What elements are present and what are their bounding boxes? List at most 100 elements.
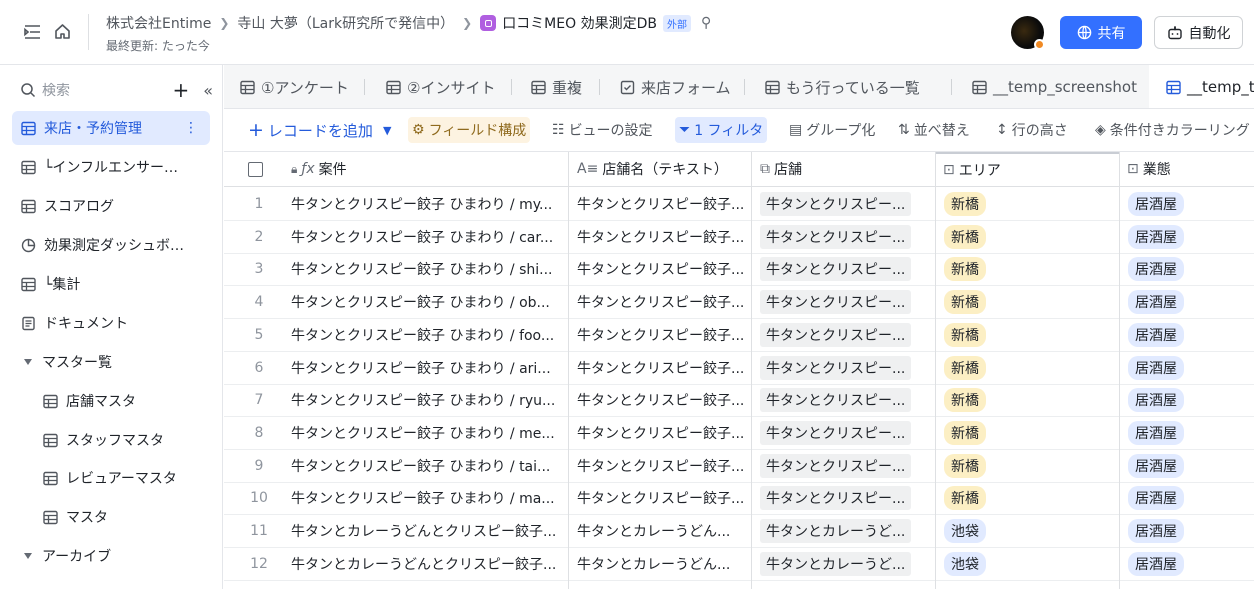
tab-survey[interactable]: ①アンケート <box>240 65 349 108</box>
store-name-text-cell[interactable]: 牛タンとカレーうどん... <box>569 515 749 547</box>
group-button[interactable]: ▤ グループ化 <box>785 117 879 143</box>
table-row[interactable]: 2 牛タンとクリスピー餃子 ひまわり / car... 牛タンとクリスピー餃子...… <box>224 221 1254 254</box>
table-row[interactable]: 1 牛タンとクリスピー餃子 ひまわり / my... 牛タンとクリスピー餃子... 牛… <box>224 188 1254 221</box>
collapse-icon[interactable]: ‹‹ <box>203 81 213 100</box>
case-cell[interactable]: 牛タンとクリスピー餃子 ひまわり / ma... <box>283 482 568 514</box>
breadcrumb-owner[interactable]: 寺山 大夢（Lark研究所で発信中） <box>237 13 454 33</box>
table-row[interactable]: 10 牛タンとクリスピー餃子 ひまわり / ma... 牛タンとクリスピー餃子...… <box>224 482 1254 515</box>
field-config-button[interactable]: ⚙ フィールド構成 <box>408 117 531 143</box>
case-cell[interactable]: 牛タンとクリスピー餃子 ひまわり / me... <box>283 417 568 449</box>
sidebar-item-influencer[interactable]: └インフルエンサー… <box>12 150 210 184</box>
collapse-sidebar-icon[interactable] <box>24 24 41 44</box>
case-cell[interactable]: 牛タンとクリスピー餃子 ひまわり / shi... <box>283 253 568 285</box>
store-name-text-cell[interactable]: 牛タンとクリスピー餃子... <box>569 319 749 351</box>
table-row[interactable]: 7 牛タンとクリスピー餃子 ひまわり / ryu... 牛タンとクリスピー餃子...… <box>224 384 1254 417</box>
column-header-area[interactable]: ⊡ エリア <box>935 152 1119 186</box>
business-type-cell[interactable]: 居酒屋 <box>1120 253 1254 285</box>
column-header-store-name-text[interactable]: A≡ 店舗名（テキスト） <box>569 152 752 186</box>
area-cell[interactable]: 新橋 <box>936 450 1116 482</box>
store-cell[interactable]: 牛タンとクリスピー... <box>752 253 932 285</box>
select-all-checkbox[interactable] <box>248 152 278 186</box>
store-cell[interactable]: 牛タンとクリスピー... <box>752 417 932 449</box>
breadcrumb-workspace[interactable]: 株式会社Entime <box>106 13 211 33</box>
table-row[interactable]: 9 牛タンとクリスピー餃子 ひまわり / tai... 牛タンとクリスピー餃子...… <box>224 450 1254 483</box>
table-row[interactable]: 3 牛タンとクリスピー餃子 ひまわり / shi... 牛タンとクリスピー餃子...… <box>224 253 1254 286</box>
column-header-store[interactable]: ⧉ 店舗 <box>752 152 935 186</box>
store-name-text-cell[interactable]: 牛タンとクリスピー餃子... <box>569 417 749 449</box>
breadcrumb-current[interactable]: 口コミMEO 効果測定DB 外部 ⚲ <box>480 13 711 33</box>
case-cell[interactable]: 牛タンとクリスピー餃子 ひまわり / my... <box>283 188 568 220</box>
area-cell[interactable]: 新橋 <box>936 482 1116 514</box>
business-type-cell[interactable]: 居酒屋 <box>1120 352 1254 384</box>
sidebar-item-dashboard[interactable]: 効果測定ダッシュボ… <box>12 228 210 262</box>
pin-icon[interactable]: ⚲ <box>701 15 711 31</box>
store-cell[interactable]: 牛タンとクリスピー... <box>752 450 932 482</box>
table-row[interactable]: 4 牛タンとクリスピー餃子 ひまわり / ob... 牛タンとクリスピー餃子... 牛… <box>224 286 1254 319</box>
table-row[interactable]: 12 牛タンとカレーうどんとクリスピー餃子... 牛タンとカレーうどん... 牛タンと… <box>224 548 1254 581</box>
table-row[interactable]: 6 牛タンとクリスピー餃子 ひまわり / ari... 牛タンとクリスピー餃子...… <box>224 352 1254 385</box>
add-icon[interactable]: + <box>172 80 189 100</box>
business-type-cell[interactable]: 居酒屋 <box>1120 188 1254 220</box>
store-name-text-cell[interactable]: 牛タンとクリスピー餃子... <box>569 253 749 285</box>
business-type-cell[interactable]: 居酒屋 <box>1120 384 1254 416</box>
tab-temp-te[interactable]: __temp_te <box>1149 65 1254 108</box>
table-row[interactable]: 5 牛タンとクリスピー餃子 ひまわり / foo... 牛タンとクリスピー餃子...… <box>224 319 1254 352</box>
column-header-case[interactable]: 🔒︎ ƒx 案件 <box>283 152 569 186</box>
store-cell[interactable]: 牛タンとクリスピー... <box>752 482 932 514</box>
store-name-text-cell[interactable]: 牛タンとクリスピー餃子... <box>569 286 749 318</box>
store-cell[interactable]: 牛タンとクリスピー... <box>752 384 932 416</box>
store-cell[interactable]: 牛タンとクリスピー... <box>752 352 932 384</box>
sidebar-item-summary[interactable]: └集計 <box>12 267 210 301</box>
sidebar-folder-archive[interactable]: アーカイブ <box>12 539 210 573</box>
view-settings-button[interactable]: ☷ ビューの設定 <box>548 117 657 143</box>
home-icon[interactable] <box>54 23 71 44</box>
case-cell[interactable]: 牛タンとクリスピー餃子 ひまわり / foo... <box>283 319 568 351</box>
store-name-text-cell[interactable]: 牛タンとクリスピー餃子... <box>569 384 749 416</box>
sidebar-folder-master[interactable]: マスター覧 <box>12 345 210 379</box>
sidebar-item-reviewer-master[interactable]: レビュアーマスタ <box>12 461 210 495</box>
tab-already-visited[interactable]: もう行っている一覧 <box>765 65 920 108</box>
store-name-text-cell[interactable]: 牛タンとクリスピー餃子... <box>569 221 749 253</box>
area-cell[interactable]: 池袋 <box>936 515 1116 547</box>
area-cell[interactable]: 新橋 <box>936 417 1116 449</box>
business-type-cell[interactable]: 居酒屋 <box>1120 319 1254 351</box>
case-cell[interactable]: 牛タンとクリスピー餃子 ひまわり / ari... <box>283 352 568 384</box>
sort-button[interactable]: ⇅ 並べ替え <box>894 117 974 143</box>
area-cell[interactable]: 新橋 <box>936 384 1116 416</box>
area-cell[interactable]: 新橋 <box>936 188 1116 220</box>
add-record-button[interactable]: + レコードを追加 ▼ <box>244 117 395 143</box>
business-type-cell[interactable]: 居酒屋 <box>1120 450 1254 482</box>
case-cell[interactable]: 牛タンとクリスピー餃子 ひまわり / tai... <box>283 450 568 482</box>
store-cell[interactable]: 牛タンとカレーうど... <box>752 515 932 547</box>
sidebar-item-staff-master[interactable]: スタッフマスタ <box>12 423 210 457</box>
business-type-cell[interactable]: 居酒屋 <box>1120 548 1254 580</box>
case-cell[interactable]: 牛タンとクリスピー餃子 ひまわり / car... <box>283 221 568 253</box>
business-type-cell[interactable]: 居酒屋 <box>1120 221 1254 253</box>
sidebar-item-master[interactable]: マスタ <box>12 500 210 534</box>
case-cell[interactable]: 牛タンとカレーうどんとクリスピー餃子... <box>283 515 568 547</box>
more-icon[interactable]: ⋮ <box>184 120 198 136</box>
business-type-cell[interactable]: 居酒屋 <box>1120 515 1254 547</box>
store-cell[interactable]: 牛タンとクリスピー... <box>752 286 932 318</box>
tab-temp-screenshot[interactable]: __temp_screenshot <box>972 65 1137 108</box>
case-cell[interactable]: 牛タンとクリスピー餃子 ひまわり / ob... <box>283 286 568 318</box>
area-cell[interactable]: 池袋 <box>936 548 1116 580</box>
case-cell[interactable]: 牛タンとカレーうどんとクリスピー餃子... <box>283 548 568 580</box>
area-cell[interactable]: 新橋 <box>936 221 1116 253</box>
sidebar-item-document[interactable]: ドキュメント <box>12 306 210 340</box>
area-cell[interactable]: 新橋 <box>936 253 1116 285</box>
share-button[interactable]: 共有 <box>1060 16 1142 49</box>
column-header-business-type[interactable]: ⊡ 業態 <box>1119 152 1254 186</box>
sidebar-search[interactable]: 検索 + ‹‹ <box>20 80 213 100</box>
case-cell[interactable]: 牛タンとクリスピー餃子 ひまわり / ryu... <box>283 384 568 416</box>
business-type-cell[interactable]: 居酒屋 <box>1120 417 1254 449</box>
store-name-text-cell[interactable]: 牛タンとクリスピー餃子... <box>569 352 749 384</box>
table-row[interactable]: 8 牛タンとクリスピー餃子 ひまわり / me... 牛タンとクリスピー餃子... 牛… <box>224 417 1254 450</box>
sidebar-item-visit-reservation[interactable]: 来店・予約管理 ⋮ <box>12 111 210 145</box>
conditional-color-button[interactable]: ◈ 条件付きカラーリング <box>1091 117 1254 143</box>
store-cell[interactable]: 牛タンとクリスピー... <box>752 319 932 351</box>
filter-button[interactable]: ⏷ 1 フィルタ <box>675 117 768 143</box>
business-type-cell[interactable]: 居酒屋 <box>1120 482 1254 514</box>
business-type-cell[interactable]: 居酒屋 <box>1120 286 1254 318</box>
tab-duplicate[interactable]: 重複 <box>531 65 582 108</box>
